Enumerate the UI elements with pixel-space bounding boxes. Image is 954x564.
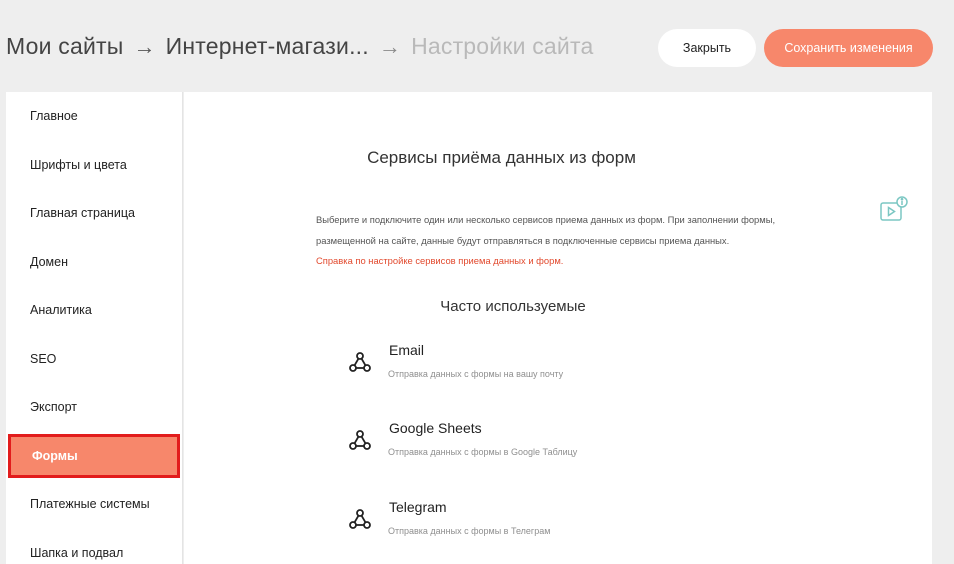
sidebar: Главное Шрифты и цвета Главная страница … bbox=[6, 92, 183, 564]
share-nodes-icon bbox=[349, 430, 371, 450]
sidebar-item-home-page[interactable]: Главная страница bbox=[6, 189, 182, 238]
share-nodes-icon bbox=[349, 352, 371, 372]
save-button[interactable]: Сохранить изменения bbox=[764, 29, 933, 67]
service-name: Google Sheets bbox=[389, 420, 482, 436]
close-button[interactable]: Закрыть bbox=[658, 29, 756, 67]
service-description: Отправка данных с формы в Телеграм bbox=[388, 526, 551, 536]
breadcrumb: Мои сайты → Интернет-магази... → Настрой… bbox=[6, 33, 593, 60]
sidebar-item-payments[interactable]: Платежные системы bbox=[6, 480, 182, 529]
service-google-sheets[interactable]: Google Sheets Отправка данных с формы в … bbox=[348, 420, 748, 470]
service-description: Отправка данных с формы на вашу почту bbox=[388, 369, 564, 379]
section-title: Часто используемые bbox=[440, 298, 586, 315]
header: Мои сайты → Интернет-магази... → Настрой… bbox=[0, 0, 954, 92]
service-description: Отправка данных с формы в Google Таблицу bbox=[388, 447, 578, 457]
description-text: Выберите и подключите один или несколько… bbox=[316, 214, 776, 246]
breadcrumb-site[interactable]: Интернет-магази... bbox=[166, 33, 369, 60]
share-nodes-icon bbox=[349, 509, 371, 529]
sidebar-item-seo[interactable]: SEO bbox=[6, 335, 182, 384]
help-link[interactable]: Справка по настройке сервисов приема дан… bbox=[316, 251, 816, 272]
breadcrumb-arrow-icon: → bbox=[378, 33, 402, 59]
service-telegram[interactable]: Telegram Отправка данных с формы в Телег… bbox=[348, 499, 748, 549]
sidebar-item-domain[interactable]: Домен bbox=[6, 238, 182, 287]
video-info-icon[interactable] bbox=[880, 196, 908, 224]
breadcrumb-my-sites[interactable]: Мои сайты bbox=[6, 33, 123, 60]
service-name: Telegram bbox=[389, 499, 447, 515]
service-name: Email bbox=[389, 342, 425, 358]
description: Выберите и подключите один или несколько… bbox=[316, 210, 816, 272]
sidebar-item-header-footer[interactable]: Шапка и подвал bbox=[6, 529, 182, 564]
main-panel: Сервисы приёма данных из форм Выберите и… bbox=[184, 92, 932, 564]
page-title: Сервисы приёма данных из форм bbox=[367, 148, 636, 167]
breadcrumb-current: Настройки сайта bbox=[411, 33, 594, 59]
sidebar-item-fonts-colors[interactable]: Шрифты и цвета bbox=[6, 141, 182, 190]
sidebar-item-analytics[interactable]: Аналитика bbox=[6, 286, 182, 335]
sidebar-item-export[interactable]: Экспорт bbox=[6, 383, 182, 432]
service-email[interactable]: Email Отправка данных с формы на вашу по… bbox=[348, 342, 748, 392]
sidebar-item-main[interactable]: Главное bbox=[6, 92, 182, 141]
sidebar-item-forms[interactable]: Формы bbox=[8, 433, 180, 478]
breadcrumb-arrow-icon: → bbox=[133, 33, 156, 59]
